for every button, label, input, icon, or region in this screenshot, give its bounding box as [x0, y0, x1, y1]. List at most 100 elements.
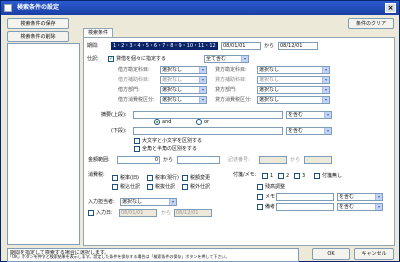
period-kara-label: から: [264, 43, 275, 49]
memo-search-label: メモ: [265, 194, 276, 200]
width-sensitive-checkbox[interactable]: [134, 146, 140, 152]
chevron-down-icon: [241, 56, 248, 62]
credit-tax-dropdown[interactable]: 選択なし: [257, 96, 330, 104]
tax-exclusive-label: 税抜仕訳: [155, 184, 176, 190]
window-title: 検索条件の設定: [17, 4, 60, 11]
sticky-color-1-checkbox[interactable]: [262, 173, 268, 179]
entry-number-to-input: [304, 156, 332, 164]
memo-search-input[interactable]: [276, 193, 334, 201]
memo-lower-match-dropdown[interactable]: を含む: [286, 127, 332, 135]
clear-conditions-button[interactable]: 条件のクリア: [348, 18, 394, 29]
specify-individually-label: 貸借を個々に指定する: [116, 56, 167, 62]
tax-exclusive-checkbox[interactable]: [147, 184, 153, 190]
input-date-label: 入力日:: [96, 210, 113, 216]
credit-sub-account-label: 貸方補助科目:: [215, 77, 247, 83]
chevron-down-icon: [322, 77, 329, 83]
amount-from-input[interactable]: 0: [117, 156, 160, 164]
debit-account-value: 選択なし: [162, 67, 183, 73]
specify-individually-checkbox[interactable]: [108, 55, 114, 62]
case-sensitive-checkbox[interactable]: [134, 138, 140, 144]
tax-rate-current-checkbox[interactable]: [147, 175, 153, 181]
tax-inclusive-label: 税込仕訳: [120, 184, 141, 190]
and-radio[interactable]: [154, 119, 160, 125]
amount-to-input[interactable]: [177, 156, 220, 164]
note-match-dropdown[interactable]: を含む: [337, 203, 383, 211]
amount-kara-label: から: [163, 157, 174, 163]
debit-sub-account-dropdown[interactable]: 選択なし: [160, 76, 207, 84]
or-radio[interactable]: [196, 119, 202, 125]
tax-rate-old-label: 税率(旧): [120, 175, 139, 181]
tax-inclusive-checkbox[interactable]: [112, 184, 118, 190]
note-search-input[interactable]: [276, 203, 334, 211]
consumption-tax-label: 消費税:: [88, 172, 105, 178]
entry-number-from-input: [259, 156, 287, 164]
debit-tax-value: 選択なし: [162, 97, 183, 103]
memo-lower-label: (下段):: [111, 128, 127, 134]
period-to-input[interactable]: 08/12/01: [278, 42, 318, 50]
credit-tax-value: 選択なし: [259, 97, 280, 103]
credit-account-value: 選択なし: [259, 67, 280, 73]
period-month-segments[interactable]: 1・2・3・4・5・6・7・8・9・10・11・12: [111, 42, 218, 50]
memo-upper-match-dropdown[interactable]: を含む: [286, 111, 332, 119]
tax-rate-current-label: 税率(現行): [155, 175, 179, 181]
input-person-dropdown[interactable]: 選択なし: [120, 198, 177, 206]
width-sensitive-label: 全角と半角の区別をする: [142, 146, 198, 152]
debit-account-label: 借方勘定科目:: [118, 67, 150, 73]
credit-account-label: 貸方勘定科目:: [215, 67, 247, 73]
note-search-checkbox[interactable]: [257, 204, 263, 210]
tax-amount-changed-label: 税額変更: [190, 175, 211, 181]
close-button[interactable]: ×: [385, 3, 396, 13]
credit-dept-dropdown[interactable]: 選択なし: [257, 86, 330, 94]
sticky-memo-label: 付箋/メモ:: [233, 172, 257, 178]
delete-condition-button[interactable]: 検索条件の削除: [7, 31, 69, 42]
saved-conditions-list[interactable]: [7, 43, 80, 245]
sticky-color-3-label: 3: [302, 173, 306, 179]
tax-amount-changed-checkbox[interactable]: [182, 175, 188, 181]
credit-sub-account-value: 選択なし: [259, 77, 280, 83]
journal-scope-value: 全て含む: [206, 56, 227, 62]
debit-tax-dropdown[interactable]: 選択なし: [160, 96, 207, 104]
chevron-down-icon: [199, 87, 206, 93]
sticky-color-1-label: 1: [270, 173, 274, 179]
note-search-label: 備考: [265, 204, 276, 210]
balance-adjust-label: 残高調整: [265, 184, 286, 190]
sticky-color-2-checkbox[interactable]: [278, 173, 284, 179]
tax-rate-old-checkbox[interactable]: [112, 175, 118, 181]
debit-sub-account-value: 選択なし: [162, 77, 183, 83]
input-date-to-input: 08/12/01: [174, 209, 212, 217]
memo-lower-input[interactable]: [133, 127, 283, 135]
credit-account-dropdown[interactable]: 選択なし: [257, 66, 330, 74]
chevron-down-icon: [322, 87, 329, 93]
app-icon: [4, 4, 12, 12]
input-date-checkbox[interactable]: [88, 210, 94, 216]
memo-search-checkbox[interactable]: [257, 194, 263, 200]
chevron-down-icon: [169, 199, 176, 205]
ok-button[interactable]: OK: [312, 248, 350, 260]
input-person-value: 選択なし: [122, 199, 143, 205]
period-from-input[interactable]: 08/01/01: [221, 42, 261, 50]
input-date-from-input: 08/01/01: [119, 209, 157, 217]
memo-match-dropdown[interactable]: を含む: [337, 193, 383, 201]
debit-account-dropdown[interactable]: 選択なし: [160, 66, 207, 74]
save-condition-button[interactable]: 検索条件の保存: [7, 18, 69, 29]
credit-sub-account-dropdown[interactable]: 選択なし: [257, 76, 330, 84]
memo-upper-label: 摘要(上段):: [101, 112, 127, 118]
cancel-button[interactable]: キャンセル: [354, 248, 394, 260]
credit-dept-value: 選択なし: [259, 87, 280, 93]
title-bar: 検索条件の設定 ×: [1, 1, 399, 15]
sticky-color-3-checkbox[interactable]: [294, 173, 300, 179]
tax-exempt-label: 税外仕訳: [190, 184, 211, 190]
period-label: 期間:: [87, 43, 99, 49]
memo-lower-match-value: を含む: [288, 128, 304, 134]
memo-upper-match-value: を含む: [288, 112, 304, 118]
tax-exempt-checkbox[interactable]: [182, 184, 188, 190]
debit-dept-dropdown[interactable]: 選択なし: [160, 86, 207, 94]
balance-adjust-checkbox[interactable]: [257, 184, 263, 190]
credit-tax-label: 貸方消費税区分:: [215, 97, 252, 103]
entry-number-kara-label: から: [290, 157, 301, 163]
no-sticky-checkbox[interactable]: [314, 173, 320, 179]
journal-scope-dropdown[interactable]: 全て含む: [204, 55, 249, 63]
journal-label: 仕訳:: [87, 56, 99, 62]
chevron-down-icon: [199, 77, 206, 83]
chevron-down-icon: [375, 194, 382, 200]
